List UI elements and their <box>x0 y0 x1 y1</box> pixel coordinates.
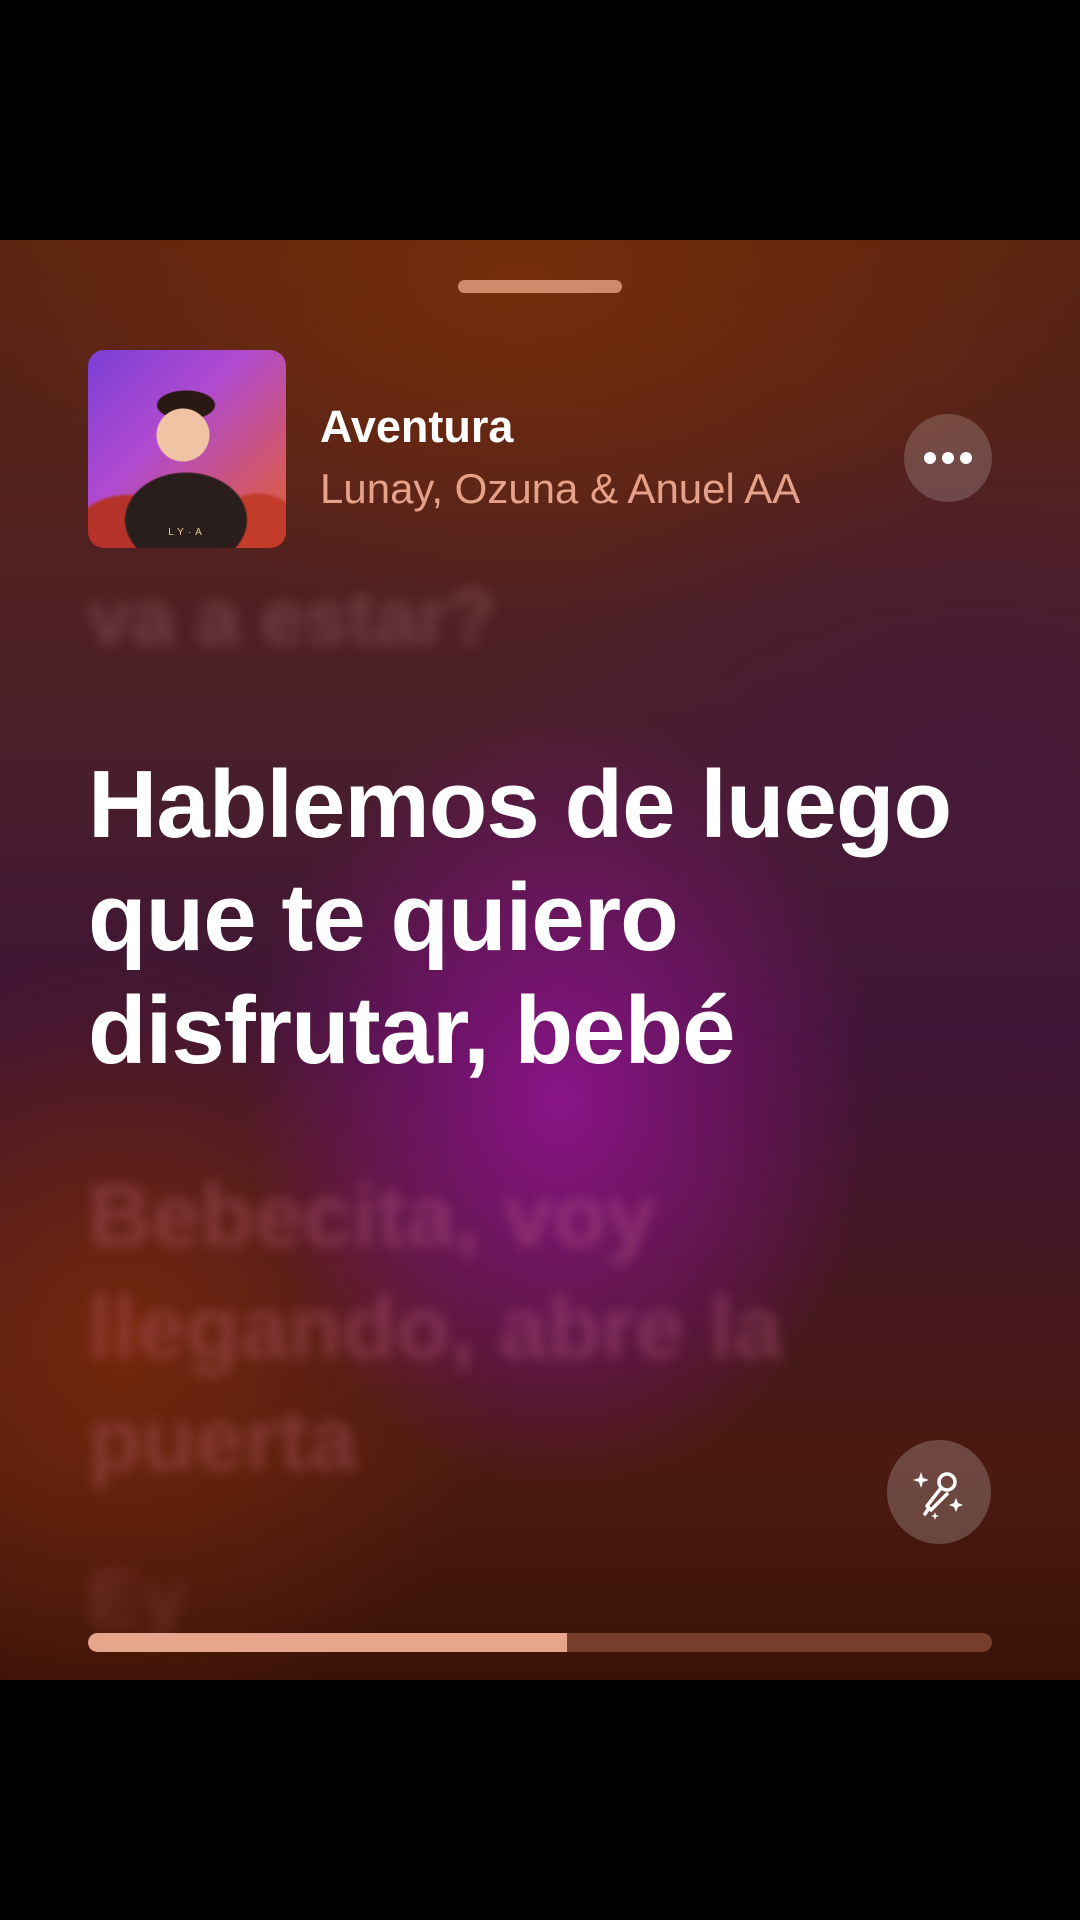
lyric-line-next[interactable]: Bebecita, voy llegando, abre la puerta <box>88 1160 1008 1496</box>
microphone-sparkles-icon <box>913 1472 963 1520</box>
lyric-line-previous[interactable]: va a estar? <box>88 578 1008 656</box>
more-options-button[interactable] <box>904 414 992 502</box>
sing-mode-button[interactable] <box>887 1440 991 1544</box>
lyric-line-current[interactable]: Hablemos de luego que te quiero disfruta… <box>88 748 1008 1087</box>
playback-progress-fill <box>88 1633 568 1652</box>
ellipsis-icon <box>921 452 975 464</box>
album-artwork[interactable]: LY·A <box>88 350 286 548</box>
song-artist[interactable]: Lunay, Ozuna & Anuel AA <box>320 468 800 510</box>
lyrics-player: LY·A Aventura Lunay, Ozuna & Anuel AA va… <box>0 240 1080 1680</box>
artwork-signature: LY·A <box>168 527 206 538</box>
sheet-grabber[interactable] <box>458 280 622 293</box>
lyric-line-next-2[interactable]: Ey <box>88 1560 1008 1640</box>
song-title: Aventura <box>320 401 514 452</box>
playback-progress-bar[interactable] <box>88 1633 992 1652</box>
